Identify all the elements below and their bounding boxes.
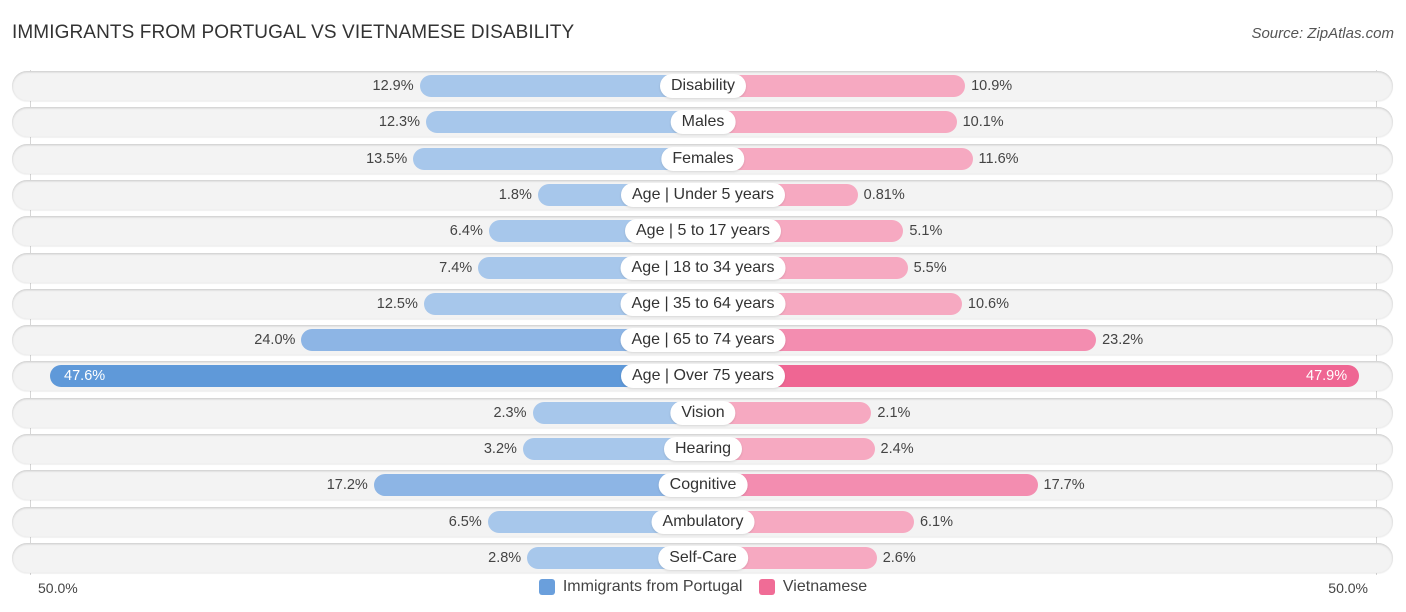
value-label-portugal: 47.6% <box>64 368 106 385</box>
legend-swatch-portugal <box>538 579 555 595</box>
chart-row: 7.4% 5.5% Age | 18 to 34 years <box>12 252 1393 283</box>
category-label: Cognitive <box>658 473 748 498</box>
value-label-vietnamese: 17.7% <box>1043 477 1085 494</box>
chart-title: IMMIGRANTS FROM PORTUGAL VS VIETNAMESE D… <box>12 22 575 43</box>
category-label: Age | Under 5 years <box>620 182 786 207</box>
category-label: Disability <box>659 74 747 98</box>
chart-row: 24.0% 23.2% Age | 65 to 74 years <box>12 325 1393 356</box>
bar-portugal[interactable] <box>50 365 703 388</box>
value-label-vietnamese: 2.4% <box>880 441 914 457</box>
chart-row: 12.5% 10.6% Age | 35 to 64 years <box>12 288 1393 319</box>
legend-label-vietnamese: Vietnamese <box>782 578 868 595</box>
value-label-vietnamese: 10.9% <box>971 78 1013 94</box>
value-label-portugal: 2.8% <box>488 549 522 566</box>
value-label-vietnamese: 5.1% <box>909 223 943 240</box>
legend-item-portugal[interactable]: Immigrants from Portugal <box>538 578 743 596</box>
chart-row: 3.2% 2.4% Hearing <box>12 434 1393 464</box>
value-label-portugal: 7.4% <box>439 259 473 276</box>
chart-row: 6.4% 5.1% Age | 5 to 17 years <box>12 216 1393 247</box>
chart-row: 47.6% 47.9% Age | Over 75 years <box>12 361 1393 392</box>
value-label-vietnamese: 47.9% <box>1306 368 1348 385</box>
value-label-portugal: 13.5% <box>366 150 408 167</box>
category-label: Males <box>670 110 736 135</box>
category-label: Age | 5 to 17 years <box>624 219 782 244</box>
source-label: Source: ZipAtlas.com <box>1251 25 1394 42</box>
chart-row: 13.5% 11.6% Females <box>12 143 1393 174</box>
category-label: Females <box>661 146 745 171</box>
value-label-portugal: 12.5% <box>376 295 418 312</box>
bar-vietnamese[interactable] <box>703 111 957 134</box>
legend-item-vietnamese[interactable]: Vietnamese <box>758 578 868 596</box>
bar-portugal[interactable] <box>373 474 703 497</box>
chart-row: 6.5% 6.1% Ambulatory <box>12 506 1393 537</box>
value-label-portugal: 1.8% <box>498 186 532 203</box>
category-label: Vision <box>670 400 736 425</box>
value-label-portugal: 6.5% <box>448 513 482 530</box>
value-label-portugal: 24.0% <box>254 332 296 349</box>
value-label-vietnamese: 6.1% <box>919 513 954 530</box>
bar-vietnamese[interactable] <box>703 474 1038 497</box>
chart-row: 2.3% 2.1% Vision <box>12 397 1393 428</box>
value-label-vietnamese: 2.1% <box>877 404 911 421</box>
value-label-portugal: 12.3% <box>378 114 421 131</box>
legend-label-portugal: Immigrants from Portugal <box>562 578 743 595</box>
value-label-portugal: 3.2% <box>483 441 517 457</box>
bar-vietnamese[interactable] <box>703 365 1360 388</box>
value-label-portugal: 6.4% <box>449 223 483 240</box>
value-label-vietnamese: 0.81% <box>863 186 905 203</box>
chart-row: 2.8% 2.6% Self-Care <box>12 542 1393 573</box>
legend-swatch-vietnamese <box>758 579 775 595</box>
chart-row: 17.2% 17.7% Cognitive <box>12 470 1393 501</box>
bar-portugal[interactable] <box>413 147 703 170</box>
legend: Immigrants from Portugal Vietnamese <box>0 578 1406 600</box>
chart-row: 12.9% 10.9% Disability <box>12 71 1393 101</box>
value-label-vietnamese: 11.6% <box>978 150 1019 167</box>
chart-row: 12.3% 10.1% Males <box>12 107 1393 138</box>
value-label-portugal: 17.2% <box>326 477 368 494</box>
value-label-vietnamese: 5.5% <box>913 259 947 276</box>
value-label-vietnamese: 10.1% <box>962 114 1004 131</box>
chart-row: 1.8% 0.81% Age | Under 5 years <box>12 179 1393 210</box>
value-label-vietnamese: 10.6% <box>967 295 1009 312</box>
category-label: Hearing <box>663 437 743 461</box>
value-label-vietnamese: 2.6% <box>882 549 916 566</box>
bar-portugal[interactable] <box>426 111 703 134</box>
value-label-vietnamese: 23.2% <box>1102 332 1144 349</box>
value-label-portugal: 2.3% <box>493 404 527 421</box>
category-label: Age | 65 to 74 years <box>620 328 786 353</box>
category-label: Age | Over 75 years <box>621 364 785 389</box>
category-label: Ambulatory <box>651 509 755 534</box>
category-label: Self-Care <box>658 545 748 570</box>
category-label: Age | 35 to 64 years <box>620 291 786 316</box>
value-label-portugal: 12.9% <box>372 78 414 94</box>
category-label: Age | 18 to 34 years <box>620 255 786 280</box>
